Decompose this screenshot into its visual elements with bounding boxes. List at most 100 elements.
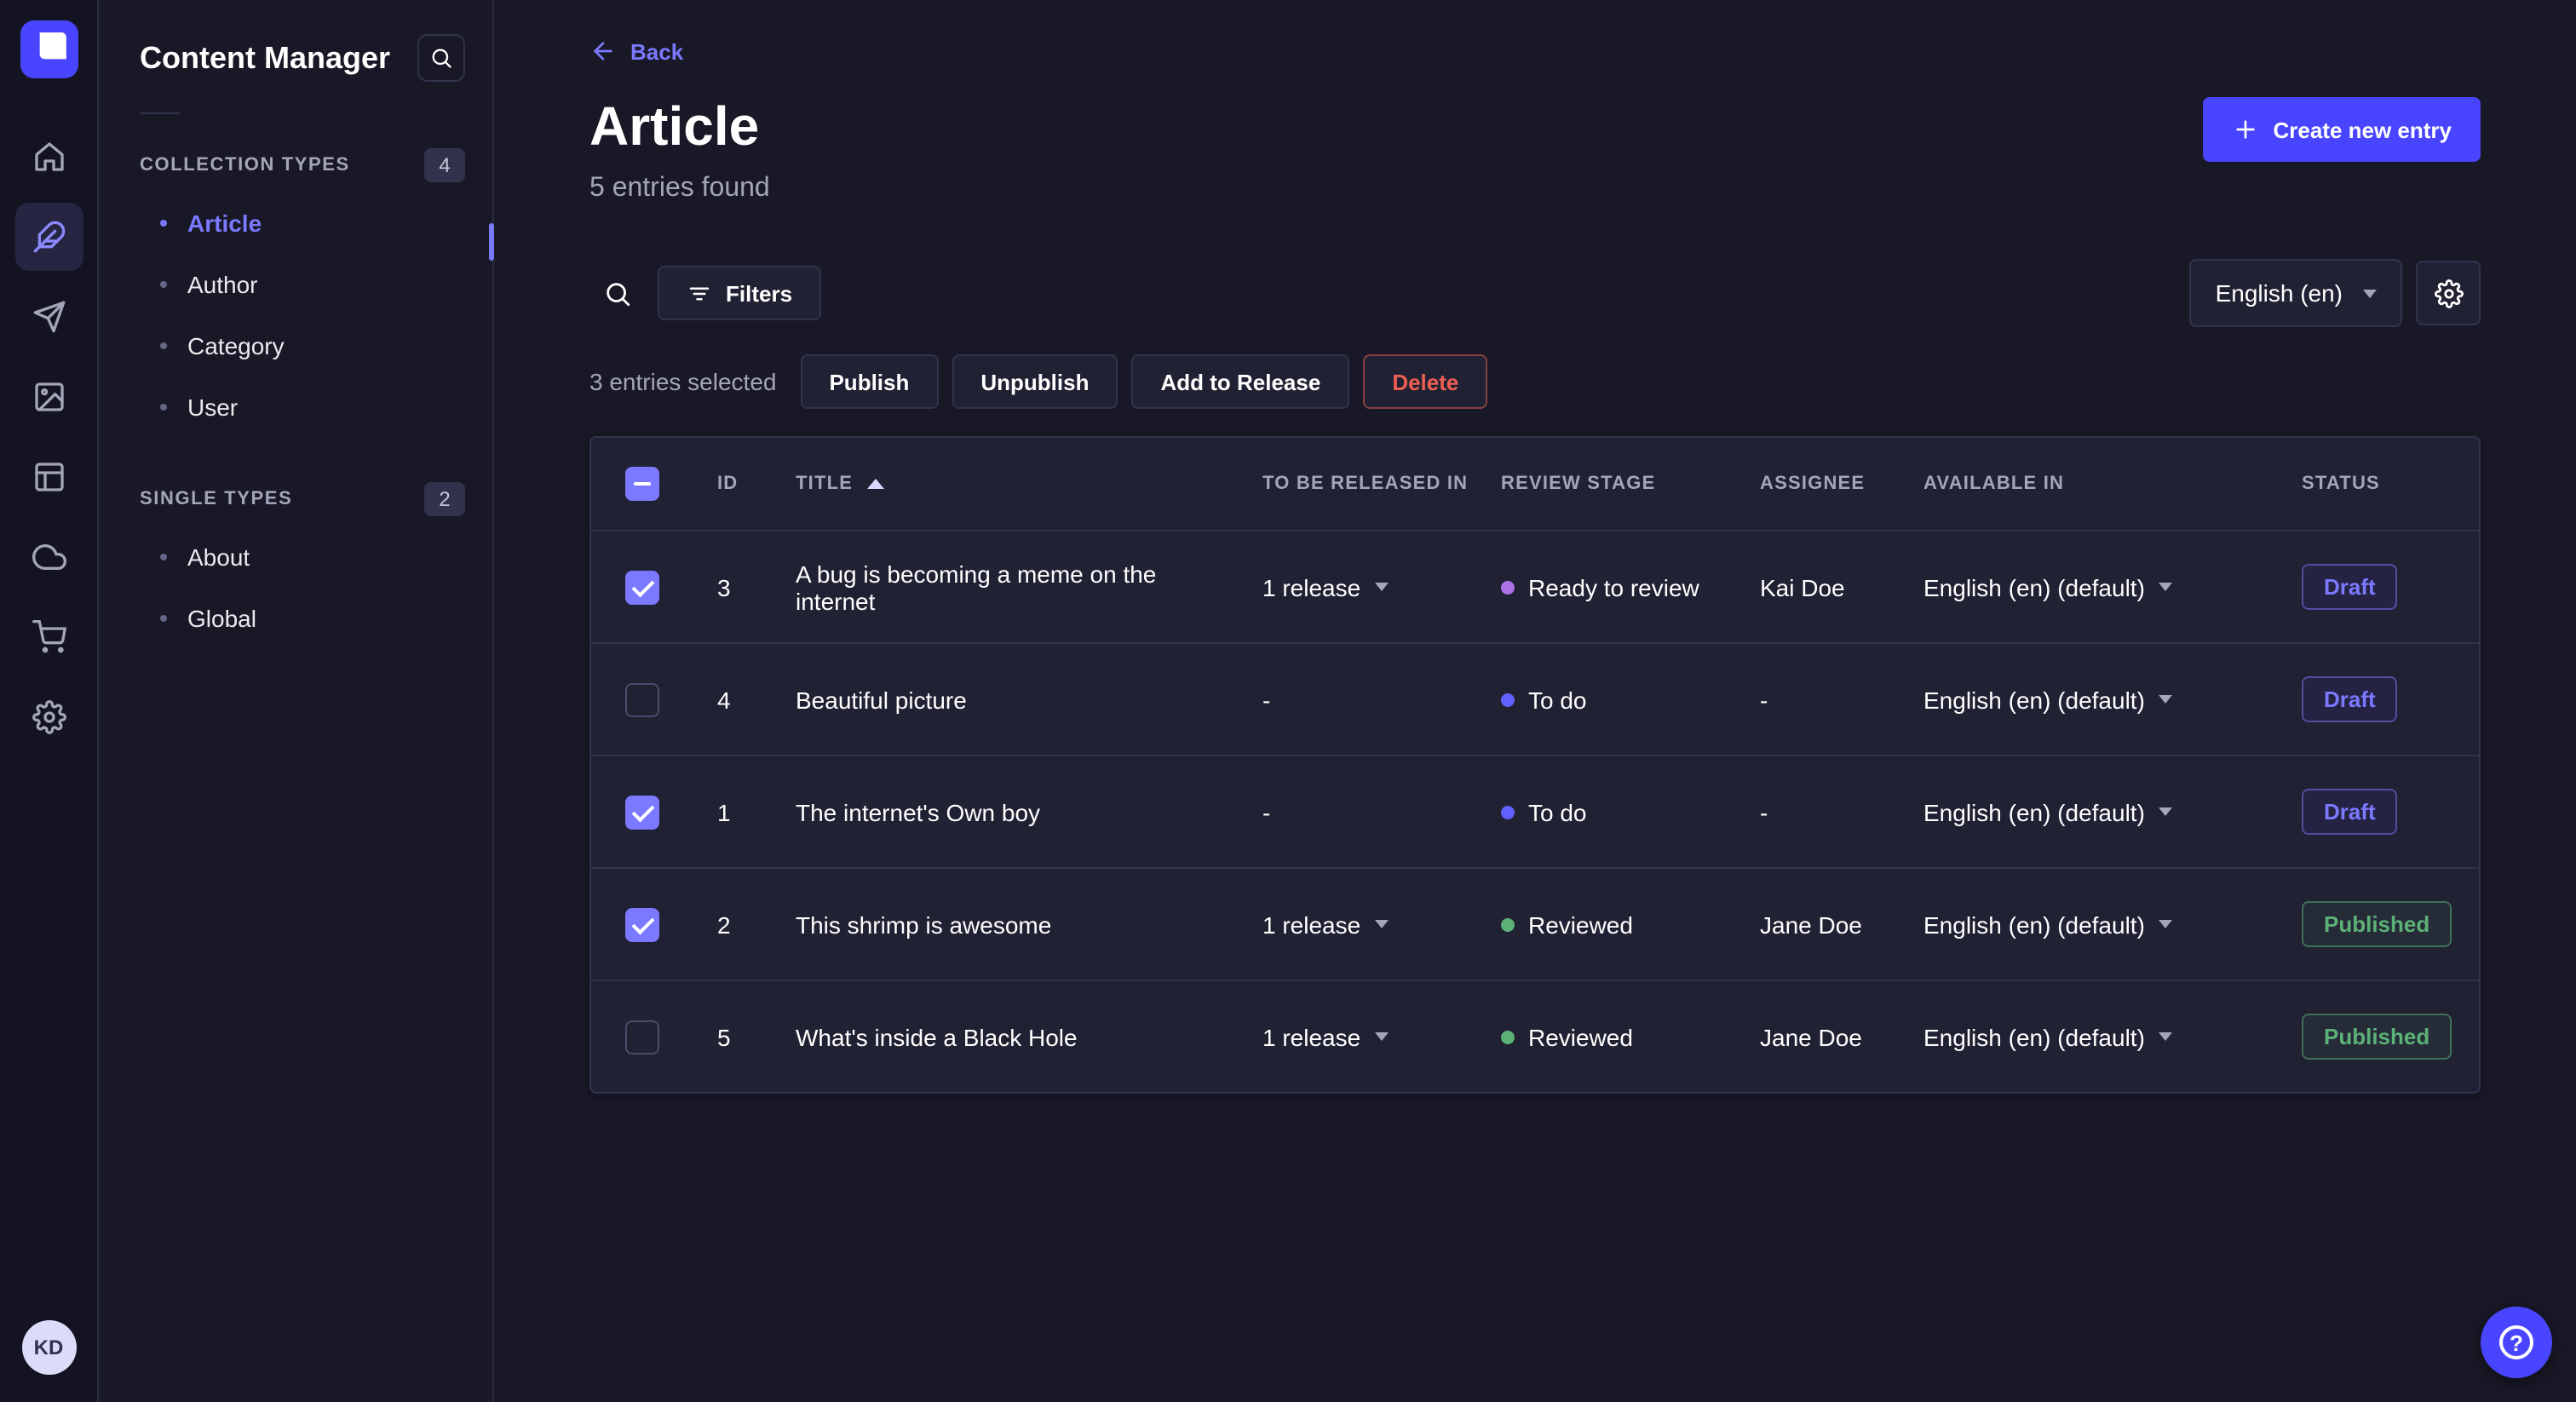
entries-count: 5 entries found — [589, 174, 770, 204]
nav-content-manager[interactable] — [14, 203, 83, 271]
view-settings-button[interactable] — [2416, 261, 2481, 326]
cell-locale-dropdown[interactable]: English (en) (default) — [1923, 686, 2302, 713]
table-row[interactable]: 1 The internet's Own boy - To do - Engli… — [591, 755, 2479, 867]
status-badge: Published — [2302, 1013, 2452, 1060]
filter-icon — [689, 286, 710, 300]
column-header-title[interactable]: TITLE — [796, 474, 1262, 494]
column-header-status: STATUS — [2302, 474, 2380, 495]
chevron-down-icon — [1374, 1032, 1389, 1042]
status-badge: Draft — [2302, 788, 2398, 836]
cell-title: The internet's Own boy — [796, 798, 1041, 826]
cell-locale-dropdown[interactable]: English (en) (default) — [1923, 911, 2302, 938]
cell-id: 4 — [717, 686, 731, 714]
strapi-logo[interactable] — [20, 20, 78, 78]
sort-asc-icon — [866, 479, 884, 490]
cell-review-stage: To do — [1501, 686, 1760, 713]
nav-releases[interactable] — [14, 283, 83, 351]
user-avatar[interactable]: KD — [21, 1320, 76, 1375]
sidebar-item-category[interactable]: Category — [140, 315, 465, 376]
sidebar-item-label: About — [187, 543, 250, 571]
add-to-release-button[interactable]: Add to Release — [1131, 354, 1350, 410]
sidebar-item-label: Author — [187, 271, 258, 298]
cell-release-dropdown[interactable]: 1 release — [1262, 1023, 1501, 1050]
cell-review-stage: Reviewed — [1501, 1023, 1760, 1050]
sidebar-item-author[interactable]: Author — [140, 254, 465, 315]
cart-icon — [32, 620, 66, 653]
cell-title: This shrimp is awesome — [796, 911, 1052, 939]
chevron-down-icon — [2158, 807, 2172, 817]
home-icon — [34, 142, 63, 171]
section-collection-types: COLLECTION TYPES 4 Article Author Catego… — [140, 138, 465, 438]
cell-review-stage: Ready to review — [1501, 573, 1760, 600]
list-toolbar: Filters English (en) — [589, 259, 2481, 328]
cell-release-dropdown[interactable]: 1 release — [1262, 573, 1501, 600]
section-single-types: SINGLE TYPES 2 About Global — [140, 472, 465, 649]
row-checkbox[interactable] — [625, 570, 659, 605]
arrow-left-icon — [594, 42, 612, 60]
nav-settings[interactable] — [14, 683, 83, 751]
back-link[interactable]: Back — [589, 37, 683, 65]
search-icon — [432, 49, 451, 68]
cell-review-stage: To do — [1501, 798, 1760, 825]
cell-assignee: - — [1760, 798, 1768, 826]
delete-button[interactable]: Delete — [1363, 354, 1488, 410]
column-header-release: TO BE RELEASED IN — [1262, 474, 1469, 495]
nav-marketplace[interactable] — [14, 603, 83, 671]
sidebar-item-global[interactable]: Global — [140, 588, 465, 649]
help-button[interactable]: ? — [2481, 1307, 2552, 1378]
table-row[interactable]: 5 What's inside a Black Hole 1 release R… — [591, 980, 2479, 1092]
sidebar-item-article[interactable]: Article — [140, 192, 465, 254]
row-checkbox[interactable] — [625, 907, 659, 942]
feather-icon — [32, 221, 65, 253]
row-checkbox[interactable] — [625, 795, 659, 830]
gear-icon — [32, 700, 66, 734]
cell-locale-dropdown[interactable]: English (en) (default) — [1923, 1023, 2302, 1050]
sidebar-item-user[interactable]: User — [140, 376, 465, 438]
cell-locale-dropdown[interactable]: English (en) (default) — [1923, 573, 2302, 600]
search-button[interactable] — [589, 266, 644, 320]
plus-icon — [2236, 120, 2256, 139]
nav-home[interactable] — [14, 123, 83, 191]
stage-dot-icon — [1501, 917, 1515, 932]
column-header-available: AVAILABLE IN — [1923, 474, 2065, 495]
strapi-logo-icon — [38, 32, 66, 60]
table-row[interactable]: 3 A bug is becoming a meme on the intern… — [591, 530, 2479, 642]
cell-assignee: - — [1760, 686, 1768, 714]
cell-title: What's inside a Black Hole — [796, 1023, 1078, 1051]
cell-id: 2 — [717, 911, 731, 939]
column-header-id[interactable]: ID — [717, 474, 796, 494]
collection-types-label: COLLECTION TYPES — [140, 155, 350, 175]
gear-icon — [2434, 279, 2463, 308]
bullet-icon — [160, 615, 167, 622]
nav-content-type-builder[interactable] — [14, 443, 83, 511]
bullet-icon — [160, 281, 167, 288]
images-icon — [34, 382, 63, 411]
sidebar-title: Content Manager — [140, 40, 391, 74]
table-row[interactable]: 4 Beautiful picture - To do - English (e… — [591, 642, 2479, 755]
locale-select[interactable]: English (en) — [2189, 259, 2402, 328]
sidebar-search-button[interactable] — [417, 34, 465, 82]
status-badge: Draft — [2302, 675, 2398, 723]
row-checkbox[interactable] — [625, 682, 659, 717]
create-new-entry-button[interactable]: Create new entry — [2203, 97, 2481, 162]
collection-types-count-badge: 4 — [424, 148, 465, 182]
cell-locale-dropdown[interactable]: English (en) (default) — [1923, 798, 2302, 825]
sidebar-item-about[interactable]: About — [140, 526, 465, 588]
stage-dot-icon — [1501, 805, 1515, 819]
content-manager-sidebar: Content Manager COLLECTION TYPES 4 Artic… — [99, 0, 494, 1402]
cell-release-dropdown[interactable]: 1 release — [1262, 911, 1501, 938]
nav-deploy[interactable] — [14, 523, 83, 591]
stage-dot-icon — [1501, 692, 1515, 707]
filters-button[interactable]: Filters — [658, 266, 822, 321]
unpublish-button[interactable]: Unpublish — [952, 354, 1118, 410]
select-all-checkbox[interactable] — [625, 467, 659, 502]
single-types-label: SINGLE TYPES — [140, 489, 293, 509]
nav-media-library[interactable] — [14, 363, 83, 431]
table-header-row: ID TITLE TO BE RELEASED IN REVIEW STAGE … — [591, 438, 2479, 530]
column-header-assignee: ASSIGNEE — [1760, 474, 1866, 495]
bullet-icon — [160, 342, 167, 349]
table-row[interactable]: 2 This shrimp is awesome 1 release Revie… — [591, 867, 2479, 980]
row-checkbox[interactable] — [625, 1020, 659, 1054]
question-mark-icon: ? — [2499, 1325, 2533, 1359]
publish-button[interactable]: Publish — [800, 354, 939, 410]
